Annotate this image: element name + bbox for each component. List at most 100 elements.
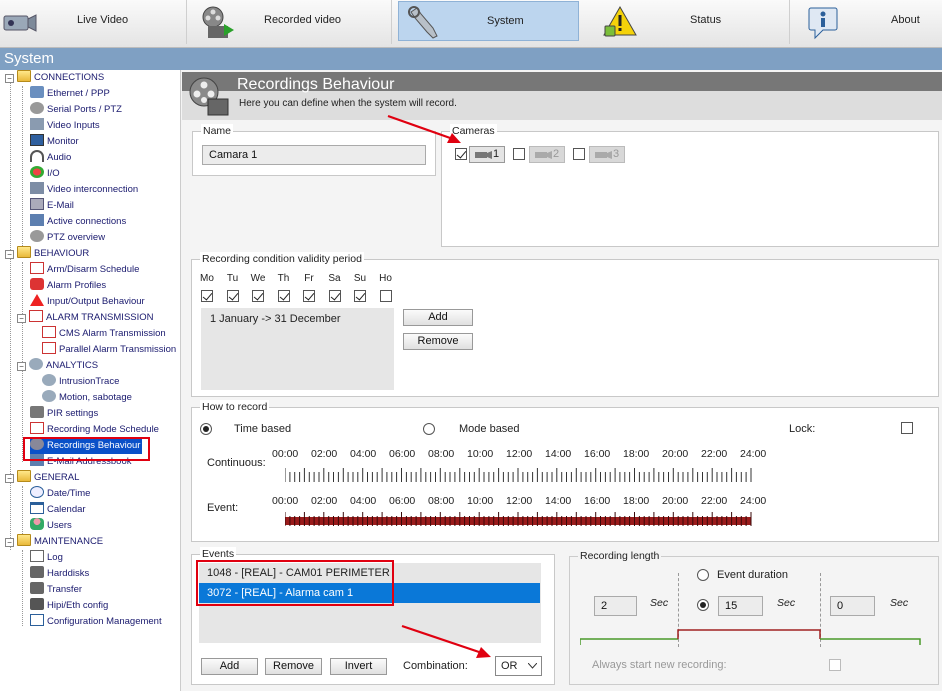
nav-about[interactable]: About xyxy=(791,0,942,44)
sidebar-item-harddisks[interactable]: Harddisks xyxy=(30,566,89,582)
recording-length-group: Recording length Event duration 2 Sec 15… xyxy=(569,549,939,685)
camera-icon xyxy=(3,14,37,32)
camera-1-checkbox[interactable] xyxy=(455,148,467,160)
tree-folder-analytics[interactable]: − ANALYTICS xyxy=(17,358,98,374)
hour-label: 16:00 xyxy=(584,495,611,507)
camera-3-checkbox[interactable] xyxy=(573,148,585,160)
tree-folder-maintenance[interactable]: − MAINTENANCE xyxy=(5,534,103,550)
combination-select[interactable]: OR xyxy=(495,656,542,676)
invert-event-button[interactable]: Invert xyxy=(330,658,387,675)
name-group-title: Name xyxy=(201,124,234,138)
sidebar-item-cms-alarm[interactable]: CMS Alarm Transmission xyxy=(42,326,166,342)
sidebar-item-audio[interactable]: Audio xyxy=(30,150,71,166)
event-duration-radio[interactable] xyxy=(697,569,709,581)
sidebar-item-serial-ports[interactable]: Serial Ports / PTZ xyxy=(30,102,122,118)
day-checkbox-th[interactable] xyxy=(277,290,290,302)
sidebar-item-arm-disarm[interactable]: Arm/Disarm Schedule xyxy=(30,262,139,278)
period-item[interactable]: 1 January -> 31 December xyxy=(210,313,341,325)
tree-folder-behaviour[interactable]: − BEHAVIOUR xyxy=(5,246,89,262)
tree-folder-general[interactable]: − GENERAL xyxy=(5,470,79,486)
continuous-timeline[interactable] xyxy=(285,468,755,484)
monitor-icon xyxy=(30,134,44,146)
validity-period-group: Recording condition validity period Mo Tu… xyxy=(191,252,939,397)
sidebar-item-pir-settings[interactable]: PIR settings xyxy=(30,406,98,422)
camera-3-button[interactable]: 3 xyxy=(589,146,625,163)
day-checkbox-mo[interactable] xyxy=(201,290,213,302)
hour-label: 12:00 xyxy=(506,448,533,460)
sidebar-item-video-inputs[interactable]: Video Inputs xyxy=(30,118,100,134)
day-checkbox-sa[interactable] xyxy=(328,290,341,302)
day-checkbox-fr[interactable] xyxy=(303,290,315,302)
recording-length-title: Recording length xyxy=(578,549,662,563)
sidebar-item-hipi-eth[interactable]: Hipi/Eth config xyxy=(30,598,108,614)
name-input[interactable]: Camara 1 xyxy=(202,145,426,165)
sidebar-item-video-interconnection[interactable]: Video interconnection xyxy=(30,182,138,198)
hour-label: 06:00 xyxy=(389,448,416,460)
post-record-input[interactable]: 0 xyxy=(830,596,875,616)
sidebar-item-calendar[interactable]: Calendar xyxy=(30,502,86,518)
hour-label: 22:00 xyxy=(701,495,728,507)
sidebar-item-recording-mode-schedule[interactable]: Recording Mode Schedule xyxy=(30,422,159,438)
fixed-duration-radio[interactable] xyxy=(697,599,709,611)
mode-based-label: Mode based xyxy=(459,423,520,435)
event-timeline[interactable] xyxy=(285,512,755,528)
day-checkbox-su[interactable] xyxy=(354,290,366,302)
film-reel-icon xyxy=(202,6,234,38)
sidebar-item-email[interactable]: E-Mail xyxy=(30,198,74,214)
arrow-annotation-cameras xyxy=(387,114,461,143)
hour-label: 00:00 xyxy=(272,495,299,507)
email-icon xyxy=(30,198,44,210)
sidebar-item-intrusiontrace[interactable]: IntrusionTrace xyxy=(42,374,119,390)
sidebar-item-monitor[interactable]: Monitor xyxy=(30,134,79,150)
tree-folder-alarm-transmission[interactable]: − ALARM TRANSMISSION xyxy=(17,310,154,326)
sidebar-item-users[interactable]: Users xyxy=(30,518,72,534)
sidebar-item-parallel-alarm[interactable]: Parallel Alarm Transmission xyxy=(42,342,176,358)
duration-input[interactable]: 15 xyxy=(718,596,763,616)
nav-status[interactable]: Status xyxy=(590,0,790,44)
always-new-recording-checkbox[interactable] xyxy=(829,659,841,671)
pre-record-input[interactable]: 2 xyxy=(594,596,637,616)
sidebar-item-ptz-overview[interactable]: PTZ overview xyxy=(30,230,105,246)
day-checkbox-we[interactable] xyxy=(252,290,264,302)
camera-icon xyxy=(475,151,492,159)
period-list[interactable]: 1 January -> 31 December xyxy=(201,308,394,390)
how-to-record-group: How to record Time based Mode based Lock… xyxy=(191,400,939,542)
day-checkbox-tu[interactable] xyxy=(226,290,239,302)
nav-live-video[interactable]: Live Video xyxy=(0,0,187,44)
remove-period-button[interactable]: Remove xyxy=(403,333,473,350)
nav-system[interactable]: System xyxy=(398,1,579,41)
sidebar-item-ethernet[interactable]: Ethernet / PPP xyxy=(30,86,110,102)
sidebar-item-transfer[interactable]: Transfer xyxy=(30,582,82,598)
sidebar-item-alarm-profiles[interactable]: Alarm Profiles xyxy=(30,278,106,294)
folder-icon xyxy=(17,246,31,258)
camera-2-button[interactable]: 2 xyxy=(529,146,565,163)
interconnect-icon xyxy=(30,182,44,194)
add-period-button[interactable]: Add xyxy=(403,309,473,326)
camera-1-button[interactable]: 1 xyxy=(469,146,505,163)
camera-2-checkbox[interactable] xyxy=(513,148,525,160)
sidebar-item-configuration-management[interactable]: Configuration Management xyxy=(30,614,162,630)
folder-icon xyxy=(17,470,31,482)
sidebar-item-active-connections[interactable]: Active connections xyxy=(30,214,126,230)
mode-based-radio[interactable] xyxy=(423,423,435,435)
sidebar-item-date-time[interactable]: Date/Time xyxy=(30,486,90,502)
day-label-mo: Mo xyxy=(200,273,214,284)
hour-label: 18:00 xyxy=(623,495,650,507)
nav-status-label: Status xyxy=(690,14,722,26)
tree-folder-connections[interactable]: − CONNECTIONS xyxy=(5,70,104,86)
alarm-icon xyxy=(30,278,44,290)
sidebar-item-io[interactable]: I/O xyxy=(30,166,60,182)
day-checkbox-ho[interactable] xyxy=(379,290,392,302)
time-based-radio[interactable] xyxy=(200,423,212,435)
hour-label: 08:00 xyxy=(428,448,455,460)
add-event-button[interactable]: Add xyxy=(201,658,258,675)
top-navigation: Live Video Recorded video System Status xyxy=(0,0,942,48)
nav-recorded-video[interactable]: Recorded video xyxy=(188,0,392,44)
remove-event-button[interactable]: Remove xyxy=(265,658,322,675)
sidebar-item-log[interactable]: Log xyxy=(30,550,63,566)
sidebar-item-motion-sabotage[interactable]: Motion, sabotage xyxy=(42,390,132,406)
page-title: Recordings Behaviour xyxy=(237,76,395,93)
hour-label: 10:00 xyxy=(467,448,494,460)
sidebar-item-io-behaviour[interactable]: Input/Output Behaviour xyxy=(30,294,145,310)
lock-checkbox[interactable] xyxy=(901,422,913,434)
